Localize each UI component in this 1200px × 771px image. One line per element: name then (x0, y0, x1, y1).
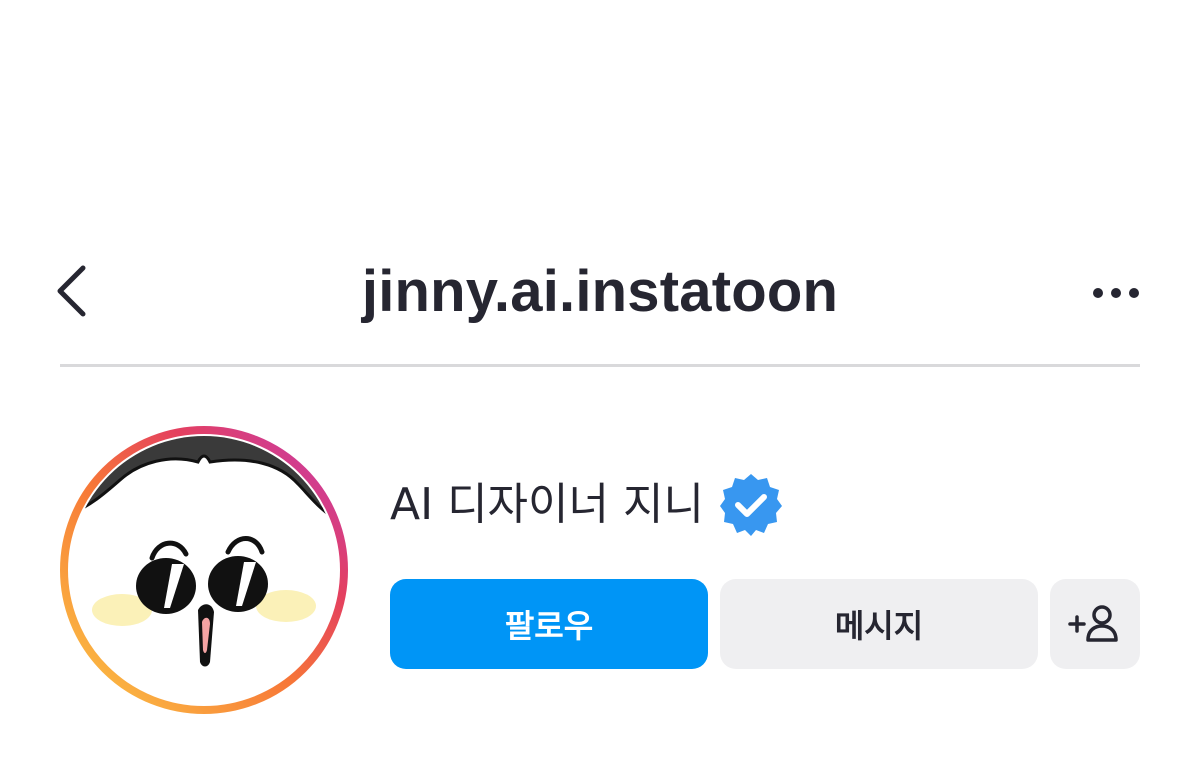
profile-username: jinny.ai.instatoon (361, 259, 839, 324)
message-button[interactable]: 메시지 (720, 579, 1038, 669)
profile-page: jinny.ai.instatoon AI 디자이너 지니 팔로우 메시지 (0, 0, 1200, 771)
add-user-icon (1068, 605, 1118, 642)
profile-avatar[interactable] (60, 426, 348, 714)
follow-button[interactable]: 팔로우 (390, 579, 708, 669)
verified-badge-icon (719, 474, 782, 536)
avatar-image (60, 426, 348, 714)
profile-display-name: AI 디자이너 지니 (390, 479, 704, 530)
more-options-button[interactable] (1086, 276, 1150, 312)
display-name-row: AI 디자이너 지니 (390, 470, 784, 540)
profile-header: jinny.ai.instatoon (0, 240, 1200, 350)
more-horizontal-icon (1093, 288, 1139, 298)
header-divider (60, 364, 1140, 367)
suggest-users-button[interactable] (1050, 579, 1140, 669)
